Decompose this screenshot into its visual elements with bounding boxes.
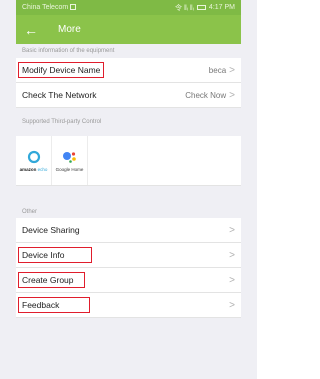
- settings-content: Basic information of the equipment Modif…: [16, 44, 241, 379]
- back-arrow-icon[interactable]: ←: [24, 22, 46, 38]
- device-name-value: beca: [208, 65, 227, 75]
- third-party-controls: amazon echo Google Home: [16, 136, 241, 186]
- chevron-right-icon: >: [229, 274, 235, 286]
- battery-icon: [196, 5, 206, 10]
- status-right: 令 ‖ᵢ ‖ᵢ 4:17 PM: [175, 3, 235, 13]
- amazon-echo-ring-icon: [27, 150, 40, 163]
- device-sharing-row[interactable]: Device Sharing >: [16, 218, 241, 243]
- device-name-value-group: beca >: [209, 65, 235, 76]
- check-network-label: Check The Network: [22, 90, 97, 100]
- check-network-value: Check Now: [185, 90, 227, 100]
- device-sharing-label: Device Sharing: [22, 225, 80, 235]
- status-bar: China Telecom 令 ‖ᵢ ‖ᵢ 4:17 PM: [16, 0, 241, 15]
- google-home-label: Google Home: [55, 166, 84, 172]
- page-title: More: [58, 24, 81, 35]
- carrier-name: China Telecom: [22, 4, 77, 11]
- feedback-row[interactable]: Feedback >: [16, 293, 241, 318]
- app-bar: ← More: [16, 15, 241, 44]
- sim-icon: [70, 4, 77, 11]
- device-info-label: Device Info: [18, 247, 92, 263]
- google-assistant-icon: [62, 151, 76, 163]
- section-label-other: Other: [16, 206, 241, 218]
- feedback-label: Feedback: [18, 297, 91, 313]
- signal-indicators: 令 ‖ᵢ ‖ᵢ: [175, 4, 194, 12]
- create-group-row[interactable]: Create Group >: [16, 268, 241, 293]
- section-label-basic: Basic information of the equipment: [22, 48, 115, 54]
- amazon-echo-label: amazon echo: [19, 166, 48, 172]
- google-home-item[interactable]: Google Home: [52, 136, 88, 185]
- device-info-row[interactable]: Device Info >: [16, 243, 241, 268]
- chevron-right-icon: >: [229, 64, 235, 76]
- create-group-label: Create Group: [18, 272, 85, 288]
- phone-screen: China Telecom 令 ‖ᵢ ‖ᵢ 4:17 PM ← More Bas…: [0, 0, 257, 379]
- modify-device-name-row[interactable]: Modify Device Name beca >: [16, 58, 241, 83]
- chevron-right-icon: >: [229, 299, 235, 311]
- chevron-right-icon: >: [229, 249, 235, 261]
- chevron-right-icon: >: [229, 224, 235, 236]
- amazon-echo-item[interactable]: amazon echo: [16, 136, 52, 185]
- check-network-value-group: Check Now >: [185, 90, 235, 101]
- section-label-third-party: Supported Third-party Control: [22, 119, 102, 125]
- status-time: 4:17 PM: [208, 4, 235, 11]
- modify-device-name-label: Modify Device Name: [18, 62, 105, 78]
- check-network-row[interactable]: Check The Network Check Now >: [16, 83, 241, 108]
- chevron-right-icon: >: [229, 89, 235, 101]
